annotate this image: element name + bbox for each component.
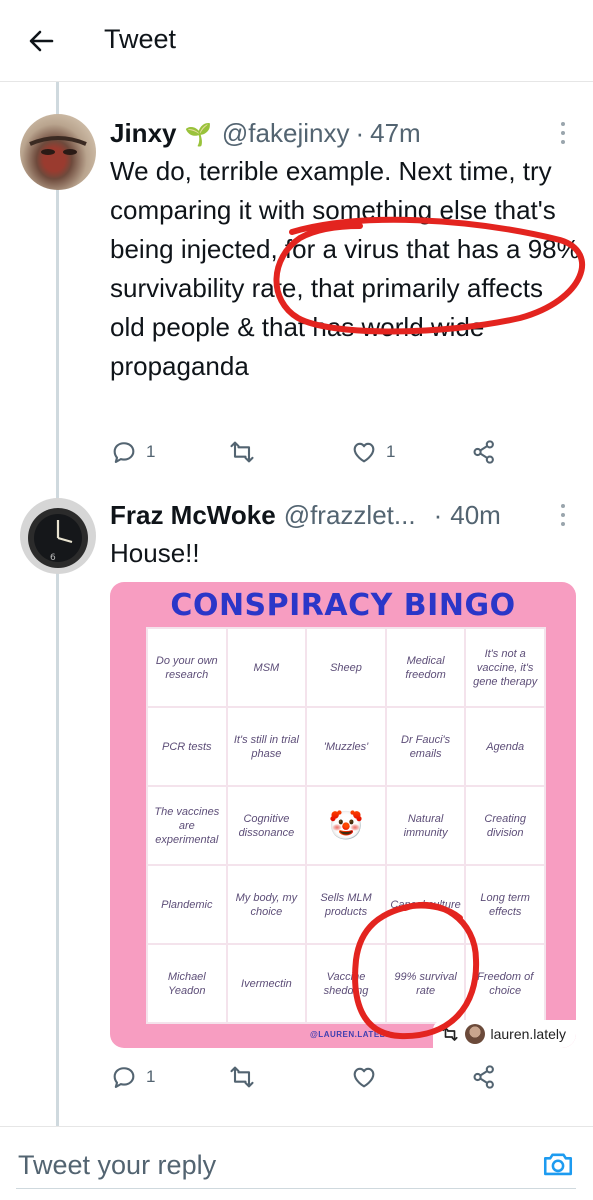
bingo-cell: Creating division: [466, 787, 544, 864]
bingo-cell: Michael Yeadon: [148, 945, 226, 1022]
repost-icon: [441, 1027, 458, 1041]
tweet-image[interactable]: CONSPIRACY BINGO Do your own research MS…: [110, 582, 576, 1048]
like-button[interactable]: 1: [350, 438, 395, 466]
bingo-cell: It's not a vaccine, it's gene therapy: [466, 629, 544, 706]
retweet-button[interactable]: [228, 1063, 256, 1091]
bingo-cell: Long term effects: [466, 866, 544, 943]
bingo-cell: PCR tests: [148, 708, 226, 785]
repost-avatar: [464, 1024, 485, 1044]
sprout-emoji: 🌱: [184, 122, 212, 147]
reply-icon: [113, 442, 135, 463]
page-title: Tweet: [104, 24, 177, 54]
reply-count: 1: [146, 1067, 156, 1086]
bingo-cell: MSM: [227, 629, 306, 706]
bingo-cell: Plandemic: [148, 866, 226, 943]
retweet-icon: [230, 441, 254, 463]
bingo-cell: Sells MLM products: [307, 866, 385, 943]
like-count: 1: [386, 442, 396, 461]
bingo-cell: My body, my choice: [227, 866, 306, 943]
share-button[interactable]: [470, 1063, 498, 1091]
camera-icon[interactable]: [541, 1147, 575, 1181]
share-icon: [473, 440, 494, 464]
share-button[interactable]: [470, 438, 498, 466]
bingo-cell: Agenda: [466, 708, 544, 785]
bingo-cell: 'Muzzles': [307, 708, 385, 785]
retweet-button[interactable]: [228, 438, 256, 466]
tweet-actions: 1 1: [110, 438, 510, 472]
handle[interactable]: @frazzlet...: [284, 500, 416, 531]
more-options-icon[interactable]: [553, 500, 573, 530]
svg-text:6: 6: [50, 553, 56, 563]
reply-button[interactable]: 1: [110, 438, 155, 466]
bingo-title: CONSPIRACY BINGO: [170, 588, 516, 623]
share-icon: [473, 1065, 494, 1089]
bingo-cell: Cancel culture: [386, 866, 465, 943]
bingo-cell: Sheep: [307, 629, 385, 706]
tweet-actions: 1: [110, 1063, 510, 1097]
bingo-cell: Cognitive dissonance: [227, 787, 306, 864]
bingo-cell: Vaccine shedding: [307, 945, 385, 1022]
timestamp[interactable]: 40m: [450, 500, 501, 531]
handle[interactable]: @fakejinxy: [222, 118, 350, 149]
bingo-grid: Do your own research MSM Sheep Medical f…: [146, 627, 546, 1024]
tweet-text: We do, terrible example. Next time, try …: [110, 156, 580, 381]
bingo-cell: It's still in trial phase: [227, 708, 306, 785]
bingo-cell: 99% survival rate: [386, 945, 465, 1022]
tweet-text: House!!: [110, 538, 200, 568]
bingo-cell: Ivermectin: [227, 945, 306, 1022]
like-icon: [353, 1067, 375, 1088]
repost-username: lauren.lately: [490, 1026, 567, 1042]
separator-dot: ·: [355, 118, 365, 148]
reply-button[interactable]: 1: [110, 1063, 155, 1091]
reply-underline: [16, 1188, 576, 1189]
display-name[interactable]: Jinxy: [110, 118, 177, 149]
back-arrow-icon[interactable]: [22, 22, 60, 60]
avatar[interactable]: [20, 114, 96, 190]
clown-emoji: 🤡: [307, 787, 385, 864]
reply-input[interactable]: [18, 1145, 518, 1185]
more-options-icon[interactable]: [553, 118, 573, 148]
separator-dot: ·: [433, 500, 443, 530]
avatar[interactable]: 6: [20, 498, 96, 574]
like-icon: [353, 442, 375, 463]
bingo-cell: Natural immunity: [386, 787, 465, 864]
bingo-cell: Freedom of choice: [466, 945, 544, 1022]
reply-icon: [113, 1067, 135, 1088]
bingo-cell: The vaccines are experimental: [148, 787, 226, 864]
top-bar: Tweet: [0, 0, 593, 82]
like-button[interactable]: [350, 1063, 378, 1091]
reply-count: 1: [146, 442, 156, 461]
display-name[interactable]: Fraz McWoke: [110, 500, 276, 531]
thread-line: [56, 82, 59, 1127]
image-watermark: @LAUREN.LATELY: [310, 1030, 391, 1039]
retweet-icon: [230, 1066, 254, 1088]
bingo-cell: Medical freedom: [386, 629, 465, 706]
bingo-cell: Dr Fauci's emails: [386, 708, 465, 785]
bingo-cell: Do your own research: [148, 629, 226, 706]
repost-attribution[interactable]: lauren.lately: [432, 1020, 576, 1048]
timestamp[interactable]: 47m: [370, 118, 421, 149]
